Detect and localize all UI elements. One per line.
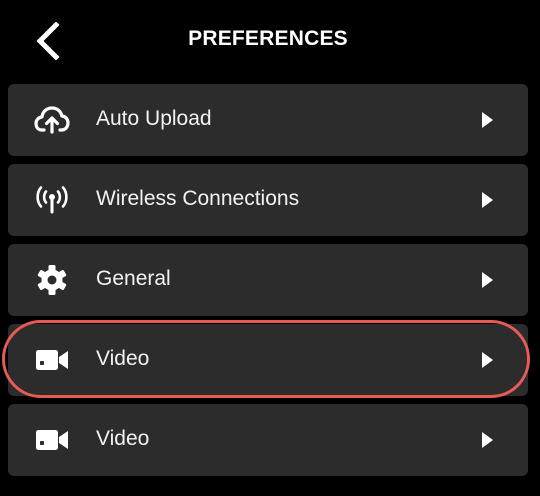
- menu-item-general[interactable]: General: [8, 244, 528, 316]
- play-arrow-icon: [480, 191, 494, 209]
- page-title: PREFERENCES: [188, 27, 348, 50]
- menu-item-label: Video: [96, 427, 150, 450]
- menu-item-auto-upload[interactable]: Auto Upload: [8, 84, 528, 156]
- preferences-screen: PREFERENCES Auto Upload Wireless Connect…: [0, 0, 540, 496]
- menu-item-video[interactable]: Video: [8, 324, 528, 396]
- wireless-antenna-icon: [34, 182, 70, 218]
- header: PREFERENCES: [0, 0, 540, 80]
- menu-item-label: Wireless Connections: [96, 187, 300, 210]
- play-arrow-icon: [480, 431, 494, 449]
- video-camera-icon: [34, 342, 70, 378]
- cloud-upload-icon: [34, 102, 70, 138]
- video-camera-icon: [34, 422, 70, 458]
- menu-item-label: Video: [96, 347, 150, 370]
- preferences-menu: Auto Upload Wireless Connections General…: [8, 84, 528, 484]
- menu-item-wireless-connections[interactable]: Wireless Connections: [8, 164, 528, 236]
- play-arrow-icon: [480, 351, 494, 369]
- menu-item-label: General: [96, 267, 171, 290]
- gear-icon: [34, 262, 70, 298]
- menu-item-label: Auto Upload: [96, 107, 212, 130]
- play-arrow-icon: [480, 271, 494, 289]
- play-arrow-icon: [480, 111, 494, 129]
- menu-item-video-2[interactable]: Video: [8, 404, 528, 476]
